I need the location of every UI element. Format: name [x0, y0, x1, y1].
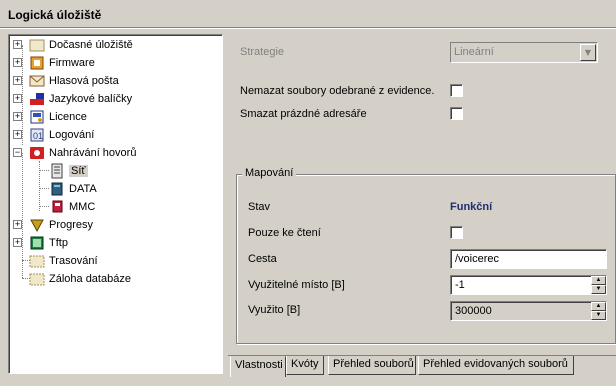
- tree-item-mmc[interactable]: MMC: [49, 198, 95, 216]
- path-label: Cesta: [248, 253, 277, 265]
- readonly-checkbox[interactable]: [450, 226, 463, 239]
- tree-item-firmware[interactable]: + Firmware: [13, 54, 95, 72]
- window-title: Logická úložiště: [8, 8, 102, 22]
- spin-up-icon[interactable]: ▲: [591, 302, 606, 311]
- spin-buttons[interactable]: ▲ ▼: [591, 302, 606, 320]
- strategy-select[interactable]: Lineární ▼: [450, 42, 598, 63]
- expand-icon[interactable]: +: [13, 238, 22, 247]
- tree-item-db-backup[interactable]: Záloha databáze: [13, 270, 131, 288]
- tree-item-label: Síť: [69, 165, 88, 177]
- expand-icon[interactable]: +: [13, 40, 22, 49]
- recording-icon: [29, 145, 45, 161]
- tree-item-label: Progresy: [49, 219, 94, 231]
- usable-space-stepper[interactable]: -1 ▲ ▼: [450, 275, 607, 295]
- spin-up-icon[interactable]: ▲: [591, 276, 606, 285]
- no-delete-checkbox[interactable]: [450, 84, 463, 97]
- progress-icon: [29, 217, 45, 233]
- used-space-value: 300000: [455, 305, 492, 317]
- spin-down-icon[interactable]: ▼: [591, 285, 606, 294]
- tree-item-call-recording[interactable]: − Nahrávání hovorů: [13, 144, 136, 162]
- tree-item-label: Trasování: [49, 255, 98, 267]
- spin-down-icon[interactable]: ▼: [591, 311, 606, 320]
- tree-item-network[interactable]: Síť: [49, 162, 88, 180]
- used-space-stepper[interactable]: 300000 ▲ ▼: [450, 301, 607, 321]
- tree-item-data[interactable]: DATA: [49, 180, 97, 198]
- tree-item-progress[interactable]: + Progresy: [13, 216, 93, 234]
- tree-item-tftp[interactable]: + Tftp: [13, 234, 68, 252]
- svg-text:01: 01: [33, 131, 43, 141]
- tree-item-logging[interactable]: + 01 Logování: [13, 126, 94, 144]
- tree-item-label: Nahrávání hovorů: [49, 147, 137, 159]
- tree-item-label: Hlasová pošta: [49, 75, 119, 87]
- tftp-icon: [29, 235, 45, 251]
- tree-item-label: Jazykové balíčky: [49, 93, 133, 105]
- spin-buttons[interactable]: ▲ ▼: [591, 276, 606, 294]
- chevron-down-icon[interactable]: ▼: [580, 44, 596, 61]
- tree-item-voicemail[interactable]: + Hlasová pošta: [13, 72, 119, 90]
- path-input[interactable]: /voicerec: [450, 249, 607, 269]
- properties-panel: Strategie Lineární ▼ Nemazat soubory ode…: [228, 34, 616, 354]
- expand-icon[interactable]: +: [13, 94, 22, 103]
- readonly-label: Pouze ke čtení: [248, 227, 321, 239]
- expand-icon[interactable]: +: [13, 112, 22, 121]
- tab-quotas[interactable]: Kvóty: [286, 356, 324, 375]
- collapse-icon[interactable]: −: [13, 148, 22, 157]
- state-value: Funkční: [450, 201, 493, 213]
- mmc-card-icon: [49, 199, 65, 215]
- network-share-icon: [49, 163, 65, 179]
- firmware-chip-icon: [29, 55, 45, 71]
- title-separator: [0, 27, 616, 29]
- certificate-icon: [29, 109, 45, 125]
- state-label: Stav: [248, 201, 271, 213]
- storage-tree[interactable]: + Dočasné úložiště + Firmware + Hlasová …: [8, 34, 223, 374]
- tree-item-label: Licence: [49, 111, 87, 123]
- strategy-value: Lineární: [454, 46, 494, 58]
- tree-item-label: Záloha databáze: [49, 273, 131, 285]
- envelope-icon: [29, 73, 45, 89]
- expand-icon[interactable]: +: [13, 58, 22, 67]
- expand-icon[interactable]: +: [13, 220, 22, 229]
- tree-item-temp-storage[interactable]: + Dočasné úložiště: [13, 36, 133, 54]
- storage-icon: [29, 37, 45, 53]
- language-flag-icon: [29, 91, 45, 107]
- expand-icon[interactable]: +: [13, 76, 22, 85]
- tree-item-label: DATA: [69, 183, 97, 195]
- mapping-group-title: Mapování: [242, 167, 297, 179]
- tab-properties[interactable]: Vlastnosti: [230, 356, 286, 377]
- tree-item-label: Firmware: [49, 57, 95, 69]
- expand-icon[interactable]: +: [13, 130, 22, 139]
- tree-item-licence[interactable]: + Licence: [13, 108, 87, 126]
- tab-tracked-files[interactable]: Přehled evidovaných souborů: [418, 356, 574, 375]
- tree-item-tracing[interactable]: Trasování: [13, 252, 98, 270]
- tab-file-overview[interactable]: Přehled souborů: [328, 356, 416, 375]
- usable-space-value: -1: [455, 279, 465, 291]
- usable-space-label: Využitelné místo [B]: [248, 279, 345, 291]
- delete-empty-label: Smazat prázdné adresáře: [240, 108, 367, 120]
- data-drive-icon: [49, 181, 65, 197]
- tree-item-label: Logování: [49, 129, 95, 141]
- trace-folder-icon: [29, 253, 45, 269]
- no-delete-label: Nemazat soubory odebrané z evidence.: [240, 85, 435, 97]
- tree-item-language-packs[interactable]: + Jazykové balíčky: [13, 90, 132, 108]
- backup-folder-icon: [29, 271, 45, 287]
- strategy-label: Strategie: [240, 46, 285, 58]
- used-space-label: Využito [B]: [248, 304, 301, 316]
- tree-item-label: Tftp: [49, 237, 68, 249]
- tree-item-label: MMC: [69, 201, 96, 213]
- tree-item-label: Dočasné úložiště: [49, 39, 133, 51]
- log-icon: 01: [29, 127, 45, 143]
- delete-empty-checkbox[interactable]: [450, 107, 463, 120]
